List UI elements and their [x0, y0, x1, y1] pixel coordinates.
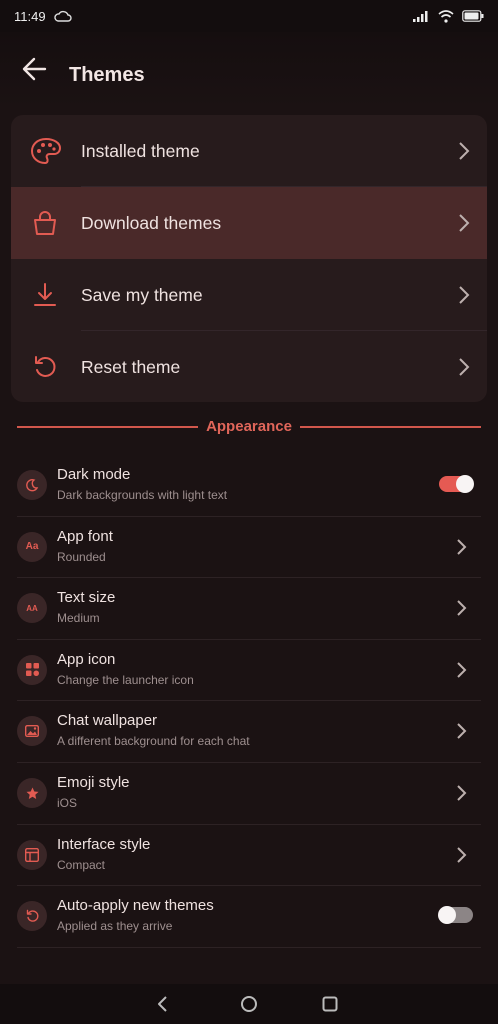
nav-recents-icon[interactable]: [320, 994, 340, 1014]
palette-icon: [30, 137, 62, 165]
status-bar: 11:49: [0, 0, 498, 32]
chevron-right-icon: [459, 214, 470, 232]
signal-icon: [413, 11, 428, 22]
setting-title: Text size: [57, 589, 116, 607]
setting-dark-mode[interactable]: Dark mode Dark backgrounds with light te…: [17, 455, 481, 517]
text-size-icon-glyph: AA: [26, 603, 38, 613]
setting-subtitle: Change the launcher icon: [57, 672, 194, 687]
menu-item-save-my-theme[interactable]: Save my theme: [11, 259, 487, 331]
menu-item-installed-theme[interactable]: Installed theme: [11, 115, 487, 187]
status-time: 11:49: [14, 8, 46, 24]
chevron-right-icon: [457, 723, 467, 740]
menu-item-label: Installed theme: [81, 140, 200, 161]
chevron-right-icon: [457, 785, 467, 801]
setting-app-font[interactable]: Aa App font Rounded: [17, 517, 481, 579]
reset-icon: [35, 356, 56, 377]
setting-title: Dark mode: [57, 466, 131, 483]
text-size-icon: AA: [17, 593, 47, 624]
grid-icon: [17, 654, 47, 685]
wifi-icon: [438, 9, 454, 23]
app-header: Themes: [0, 32, 498, 108]
nav-back-icon[interactable]: [153, 994, 173, 1014]
setting-text-size[interactable]: AA Text size Medium: [17, 578, 481, 640]
chevron-right-icon: [457, 662, 467, 678]
download-icon: [34, 283, 56, 306]
setting-emoji-style[interactable]: Emoji style iOS: [17, 763, 481, 825]
chevron-right-icon: [457, 846, 467, 863]
setting-subtitle: Compact: [57, 857, 106, 872]
setting-subtitle: Rounded: [57, 549, 106, 564]
setting-subtitle: Dark backgrounds with light text: [57, 488, 228, 502]
menu-item-download-themes[interactable]: Download themes: [11, 187, 487, 259]
menu-item-reset-theme[interactable]: Reset theme: [11, 331, 487, 402]
theme-options-card: Installed theme Download themes Save my …: [11, 115, 487, 402]
menu-item-label: Save my theme: [81, 284, 203, 305]
chevron-right-icon: [459, 358, 470, 376]
nav-home-icon[interactable]: [239, 994, 259, 1014]
chevron-right-icon: [459, 142, 470, 160]
appearance-section-header: Appearance: [17, 414, 481, 440]
page-title: Themes: [69, 64, 145, 86]
system-nav-bar: [0, 984, 498, 1024]
chevron-right-icon: [459, 286, 470, 304]
setting-subtitle: Medium: [57, 611, 100, 626]
shopping-bag-icon: [34, 211, 56, 235]
battery-icon: [462, 10, 484, 22]
dark-mode-toggle[interactable]: [439, 475, 474, 493]
chevron-right-icon: [457, 600, 467, 616]
toggle-knob: [456, 475, 474, 493]
auto-apply-toggle[interactable]: [438, 906, 473, 925]
font-icon-glyph: Aa: [25, 541, 39, 553]
menu-item-label: Download themes: [81, 212, 222, 233]
setting-title: Auto-apply new themes: [57, 897, 214, 915]
setting-title: Chat wallpaper: [57, 712, 158, 730]
image-icon: [17, 716, 47, 747]
chevron-right-icon: [457, 538, 467, 555]
setting-title: Emoji style: [57, 774, 130, 791]
menu-item-label: Reset theme: [81, 356, 181, 377]
layout-icon: [17, 839, 47, 870]
back-arrow-icon[interactable]: [18, 52, 52, 86]
toggle-knob: [438, 906, 456, 925]
font-icon: Aa: [17, 531, 47, 562]
moon-icon: [17, 470, 47, 500]
setting-title: App icon: [57, 650, 116, 668]
setting-title: Interface style: [57, 835, 151, 853]
setting-interface-style[interactable]: Interface style Compact: [17, 825, 481, 887]
setting-subtitle: A different background for each chat: [57, 734, 250, 749]
setting-auto-apply-themes[interactable]: Auto-apply new themes Applied as they ar…: [17, 886, 481, 948]
setting-chat-wallpaper[interactable]: Chat wallpaper A different background fo…: [17, 701, 481, 763]
cloud-icon: [53, 10, 72, 22]
refresh-icon: [17, 901, 47, 932]
divider: [300, 426, 481, 428]
setting-subtitle: iOS: [57, 796, 78, 810]
setting-title: App font: [57, 527, 113, 545]
star-icon: [17, 778, 47, 808]
setting-subtitle: Applied as they arrive: [57, 919, 173, 934]
setting-app-icon[interactable]: App icon Change the launcher icon: [17, 640, 481, 702]
